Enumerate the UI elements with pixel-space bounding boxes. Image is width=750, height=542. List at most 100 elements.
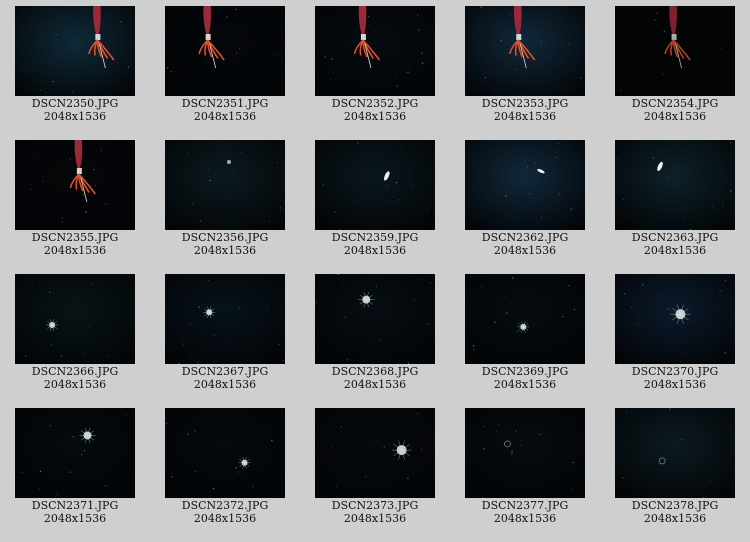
file-name[interactable]: DSCN2370.JPG — [600, 365, 750, 378]
particle — [24, 355, 27, 358]
particle — [238, 471, 240, 473]
thumbnail-tile[interactable]: DSCN2369.JPG 2048x1536 — [450, 268, 600, 398]
particle — [62, 221, 64, 223]
thumbnail-tile[interactable]: DSCN2370.JPG 2048x1536 — [600, 268, 750, 398]
particle — [407, 362, 410, 364]
file-name[interactable]: DSCN2362.JPG — [450, 231, 600, 244]
particle — [511, 277, 514, 279]
particle — [268, 221, 271, 223]
thumbnail-tile[interactable]: DSCN2372.JPG 2048x1536 — [150, 402, 300, 532]
thumbnail-image[interactable] — [15, 408, 135, 498]
particle — [206, 62, 208, 63]
thumbnail-image[interactable] — [15, 274, 135, 364]
particle — [407, 477, 409, 480]
thumbnail-tile[interactable]: DSCN2373.JPG 2048x1536 — [300, 402, 450, 532]
particle — [244, 466, 246, 467]
particle — [624, 293, 626, 295]
file-name[interactable]: DSCN2354.JPG — [600, 97, 750, 110]
photo-background — [315, 6, 435, 96]
particle — [85, 211, 87, 213]
thumbnail-tile[interactable]: DSCN2367.JPG 2048x1536 — [150, 268, 300, 398]
particle — [473, 348, 475, 351]
particle — [719, 290, 721, 292]
particle — [667, 91, 669, 93]
thumbnail-image[interactable] — [615, 140, 735, 230]
thumbnail-tile[interactable]: DSCN2356.JPG 2048x1536 — [150, 134, 300, 264]
thumbnail-tile[interactable]: DSCN2371.JPG 2048x1536 — [0, 402, 150, 532]
particle — [282, 185, 284, 186]
file-name[interactable]: DSCN2372.JPG — [150, 499, 300, 512]
particle — [410, 185, 412, 187]
thumbnail-image[interactable] — [465, 140, 585, 230]
particle — [703, 183, 705, 185]
image-dimensions: 2048x1536 — [43, 512, 107, 525]
particle — [662, 73, 664, 75]
thumbnail-image[interactable] — [165, 140, 285, 230]
file-name[interactable]: DSCN2363.JPG — [600, 231, 750, 244]
image-dimensions: 2048x1536 — [193, 110, 257, 123]
thumbnail-tile[interactable]: DSCN2368.JPG 2048x1536 — [300, 268, 450, 398]
particle — [120, 20, 122, 23]
particle — [331, 58, 333, 60]
file-name[interactable]: DSCN2377.JPG — [450, 499, 600, 512]
thumbnail-image[interactable] — [465, 408, 585, 498]
file-name[interactable]: DSCN2369.JPG — [450, 365, 600, 378]
file-name[interactable]: DSCN2367.JPG — [150, 365, 300, 378]
thumbnail-tile[interactable]: DSCN2353.JPG 2048x1536 — [450, 0, 600, 130]
image-dimensions: 2048x1536 — [43, 244, 107, 257]
file-name[interactable]: DSCN2355.JPG — [0, 231, 150, 244]
file-name[interactable]: DSCN2359.JPG — [300, 231, 450, 244]
photo-background — [15, 6, 135, 96]
thumbnail-image[interactable] — [615, 6, 735, 96]
thumbnail-image[interactable] — [165, 6, 285, 96]
thumbnail-tile[interactable]: DSCN2352.JPG 2048x1536 — [300, 0, 450, 130]
thumbnail-tile[interactable]: DSCN2377.JPG 2048x1536 — [450, 402, 600, 532]
thumbnail-tile[interactable]: DSCN2355.JPG 2048x1536 — [0, 134, 150, 264]
thumbnail-image[interactable] — [315, 6, 435, 96]
thumbnail-image[interactable] — [165, 274, 285, 364]
particle — [238, 307, 240, 309]
thumbnail-image[interactable] — [465, 6, 585, 96]
thumbnail-tile[interactable]: DSCN2363.JPG 2048x1536 — [600, 134, 750, 264]
thumbnail-tile[interactable]: DSCN2359.JPG 2048x1536 — [300, 134, 450, 264]
thumbnail-image[interactable] — [15, 6, 135, 96]
file-name[interactable]: DSCN2352.JPG — [300, 97, 450, 110]
file-name[interactable]: DSCN2368.JPG — [300, 365, 450, 378]
thumbnail-tile[interactable]: DSCN2378.JPG 2048x1536 — [600, 402, 750, 532]
particle — [622, 476, 624, 479]
particle — [395, 181, 398, 184]
thumbnail-image[interactable] — [315, 274, 435, 364]
file-name[interactable]: DSCN2373.JPG — [300, 499, 450, 512]
thumbnail-tile[interactable]: DSCN2362.JPG 2048x1536 — [450, 134, 600, 264]
particle — [390, 201, 392, 203]
particle — [127, 66, 130, 68]
file-name[interactable]: DSCN2350.JPG — [0, 97, 150, 110]
thumbnail-image[interactable] — [165, 408, 285, 498]
file-name[interactable]: DSCN2378.JPG — [600, 499, 750, 512]
thumbnail-tile[interactable]: DSCN2354.JPG 2048x1536 — [600, 0, 750, 130]
file-name[interactable]: DSCN2351.JPG — [150, 97, 300, 110]
particle — [213, 334, 216, 337]
particle — [568, 284, 570, 287]
file-name[interactable]: DSCN2371.JPG — [0, 499, 150, 512]
photo-background — [315, 274, 435, 364]
photo-background — [465, 274, 585, 364]
thumbnail-image[interactable] — [615, 408, 735, 498]
file-name[interactable]: DSCN2366.JPG — [0, 365, 150, 378]
file-name[interactable]: DSCN2356.JPG — [150, 231, 300, 244]
particle — [120, 296, 122, 298]
thumbnail-tile[interactable]: DSCN2350.JPG 2048x1536 — [0, 0, 150, 130]
thumbnail-image[interactable] — [465, 274, 585, 364]
particle — [668, 408, 671, 411]
particle — [253, 41, 255, 43]
thumbnail-image[interactable] — [315, 140, 435, 230]
file-name[interactable]: DSCN2353.JPG — [450, 97, 600, 110]
particle — [208, 280, 210, 282]
thumbnail-image[interactable] — [315, 408, 435, 498]
particle — [367, 24, 369, 26]
thumbnail-image[interactable] — [15, 140, 135, 230]
thumbnail-tile[interactable]: DSCN2366.JPG 2048x1536 — [0, 268, 150, 398]
thumbnail-tile[interactable]: DSCN2351.JPG 2048x1536 — [150, 0, 300, 130]
thumbnail-image[interactable] — [615, 274, 735, 364]
particle — [413, 299, 416, 301]
